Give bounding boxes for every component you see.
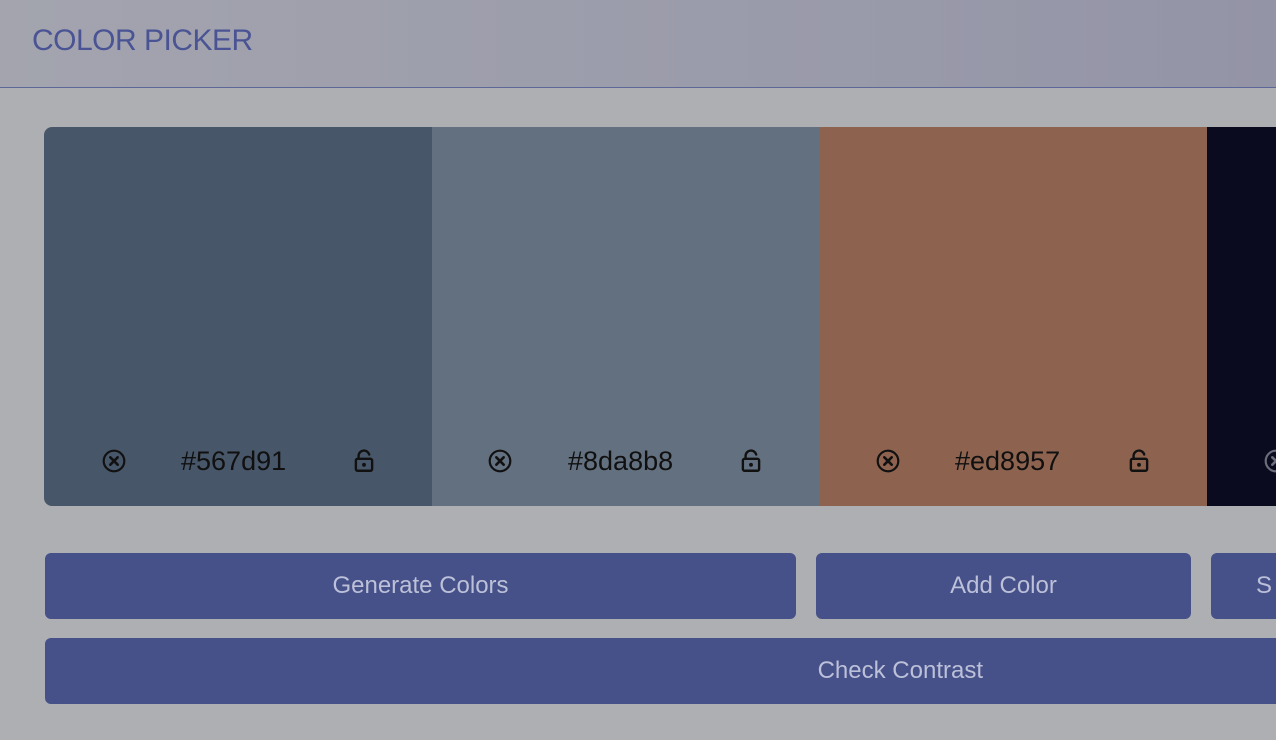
remove-color-icon[interactable] bbox=[1263, 448, 1276, 474]
unlocked-padlock-icon[interactable] bbox=[738, 448, 764, 474]
swatch-controls: #ed8957 bbox=[820, 445, 1207, 477]
app-title: COLOR PICKER bbox=[32, 24, 253, 57]
generate-colors-button[interactable]: Generate Colors bbox=[45, 553, 796, 619]
app-header: COLOR PICKER bbox=[0, 0, 1276, 88]
hex-code[interactable]: #567d91 bbox=[181, 445, 286, 477]
swatch-controls: #567d91 bbox=[44, 445, 432, 477]
swatch-controls bbox=[1207, 445, 1276, 475]
color-swatch[interactable]: #567d91 bbox=[44, 127, 432, 506]
hex-code[interactable]: #ed8957 bbox=[955, 445, 1060, 477]
save-button[interactable]: S bbox=[1211, 553, 1276, 619]
check-contrast-button[interactable]: Check Contrast bbox=[45, 638, 1276, 704]
remove-color-icon[interactable] bbox=[101, 448, 127, 474]
unlocked-padlock-icon[interactable] bbox=[1126, 448, 1152, 474]
color-swatch[interactable]: #ed8957 bbox=[820, 127, 1207, 506]
remove-color-icon[interactable] bbox=[487, 448, 513, 474]
unlocked-padlock-icon[interactable] bbox=[351, 448, 377, 474]
color-swatch[interactable]: #8da8b8 bbox=[432, 127, 820, 506]
add-color-button[interactable]: Add Color bbox=[816, 553, 1191, 619]
color-palette: #567d91 #8da8b8 #ed8957 bbox=[44, 127, 1276, 506]
swatch-controls: #8da8b8 bbox=[432, 445, 820, 477]
color-swatch[interactable] bbox=[1207, 127, 1276, 506]
hex-code[interactable]: #8da8b8 bbox=[568, 445, 673, 477]
remove-color-icon[interactable] bbox=[875, 448, 901, 474]
